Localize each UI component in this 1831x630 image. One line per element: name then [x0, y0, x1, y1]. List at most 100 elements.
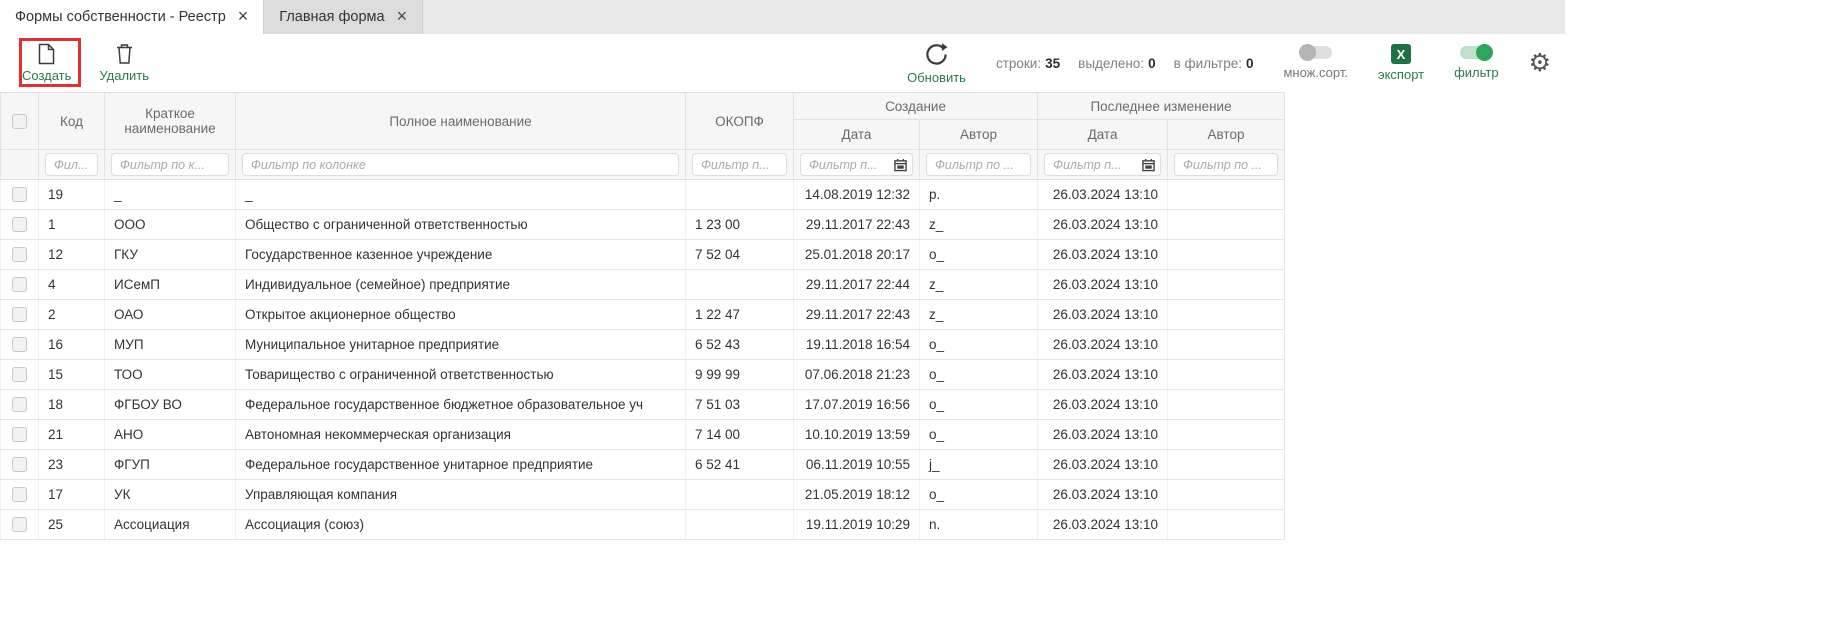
filter-input-full-name[interactable]: [242, 153, 679, 176]
table-row[interactable]: 12 ГКУ Государственное казенное учрежден…: [1, 240, 1285, 270]
filter-input-change-author[interactable]: [1174, 153, 1278, 176]
row-checkbox[interactable]: [12, 217, 27, 232]
select-all-checkbox[interactable]: [12, 114, 27, 129]
row-checkbox-cell: [1, 480, 39, 510]
row-checkbox[interactable]: [12, 397, 27, 412]
cell-change-author: [1168, 330, 1285, 360]
row-checkbox-cell: [1, 300, 39, 330]
column-header-change-author[interactable]: Автор: [1168, 120, 1285, 150]
row-checkbox[interactable]: [12, 367, 27, 382]
row-checkbox[interactable]: [12, 247, 27, 262]
cell-code: 18: [39, 390, 105, 420]
cell-change-date: 26.03.2024 13:10: [1038, 450, 1168, 480]
cell-short-name: ФГБОУ ВО: [105, 390, 236, 420]
cell-full-name: _: [236, 180, 686, 210]
cell-change-date: 26.03.2024 13:10: [1038, 270, 1168, 300]
table-row[interactable]: 18 ФГБОУ ВО Федеральное государственное …: [1, 390, 1285, 420]
cell-creation-date: 19.11.2019 10:29: [794, 510, 920, 540]
table-row[interactable]: 25 Ассоциация Ассоциация (союз) 19.11.20…: [1, 510, 1285, 540]
filter-row: [1, 150, 1285, 180]
cell-creation-author: z_: [920, 210, 1038, 240]
multisort-toggle[interactable]: множ.сорт.: [1283, 46, 1347, 80]
column-header-creation-date[interactable]: Дата: [794, 120, 920, 150]
column-header-code[interactable]: Код: [39, 93, 105, 150]
row-checkbox-cell: [1, 360, 39, 390]
cell-short-name: АНО: [105, 420, 236, 450]
row-checkbox[interactable]: [12, 337, 27, 352]
refresh-button-label: Обновить: [907, 70, 966, 85]
row-checkbox-cell: [1, 420, 39, 450]
settings-gear-button[interactable]: ⚙: [1529, 51, 1551, 76]
column-header-okopf[interactable]: ОКОПФ: [686, 93, 794, 150]
tab-close-icon[interactable]: ×: [397, 7, 408, 25]
table-row[interactable]: 2 ОАО Открытое акционерное общество 1 22…: [1, 300, 1285, 330]
table-row[interactable]: 23 ФГУП Федеральное государственное унит…: [1, 450, 1285, 480]
cell-okopf: 9 99 99: [686, 360, 794, 390]
row-checkbox[interactable]: [12, 307, 27, 322]
filter-input-short-name[interactable]: [111, 153, 229, 176]
multisort-toggle-track[interactable]: [1300, 46, 1332, 59]
create-button[interactable]: Создать: [22, 43, 71, 83]
table-row[interactable]: 15 ТОО Товарищество с ограниченной ответ…: [1, 360, 1285, 390]
column-header-change-date[interactable]: Дата: [1038, 120, 1168, 150]
filter-input-creation-author[interactable]: [926, 153, 1031, 176]
cell-creation-date: 10.10.2019 13:59: [794, 420, 920, 450]
row-checkbox[interactable]: [12, 427, 27, 442]
stat-rows-value: 35: [1045, 56, 1060, 71]
trash-icon: [115, 43, 134, 65]
create-button-label: Создать: [22, 68, 71, 83]
stat-rows-label: строки:: [996, 56, 1041, 71]
cell-change-date: 26.03.2024 13:10: [1038, 330, 1168, 360]
row-checkbox-cell: [1, 240, 39, 270]
cell-okopf: [686, 270, 794, 300]
toolbar-left-group: Создать Удалить: [22, 43, 149, 83]
table-body: 19 _ _ 14.08.2019 12:32 p. 26.03.2024 13…: [1, 180, 1285, 540]
column-header-creation-author[interactable]: Автор: [920, 120, 1038, 150]
calendar-icon[interactable]: [1142, 158, 1155, 171]
cell-creation-author: z_: [920, 270, 1038, 300]
cell-creation-date: 06.11.2019 10:55: [794, 450, 920, 480]
row-checkbox[interactable]: [12, 517, 27, 532]
row-checkbox[interactable]: [12, 277, 27, 292]
filter-toggle[interactable]: фильтр: [1454, 46, 1498, 80]
filter-input-okopf[interactable]: [692, 153, 787, 176]
table-row[interactable]: 19 _ _ 14.08.2019 12:32 p. 26.03.2024 13…: [1, 180, 1285, 210]
select-all-cell: [1, 93, 39, 150]
tab-main-form[interactable]: Главная форма ×: [263, 0, 423, 34]
tab-forms-registry[interactable]: Формы собственности - Реестр ×: [0, 0, 263, 34]
excel-icon: X: [1391, 44, 1411, 64]
cell-creation-author: o_: [920, 480, 1038, 510]
refresh-button[interactable]: Обновить: [907, 42, 966, 85]
grid-stats: строки:35 выделено:0 в фильтре:0: [996, 56, 1254, 71]
cell-code: 12: [39, 240, 105, 270]
row-checkbox-cell: [1, 510, 39, 540]
table-row[interactable]: 21 АНО Автономная некоммерческая организ…: [1, 420, 1285, 450]
row-checkbox[interactable]: [12, 487, 27, 502]
cell-code: 2: [39, 300, 105, 330]
tab-close-icon[interactable]: ×: [238, 7, 249, 25]
cell-full-name: Федеральное государственное унитарное пр…: [236, 450, 686, 480]
column-header-full-name[interactable]: Полное наименование: [236, 93, 686, 150]
delete-button[interactable]: Удалить: [99, 43, 149, 83]
table-row[interactable]: 4 ИСемП Индивидуальное (семейное) предпр…: [1, 270, 1285, 300]
table-row[interactable]: 17 УК Управляющая компания 21.05.2019 18…: [1, 480, 1285, 510]
row-checkbox[interactable]: [12, 187, 27, 202]
filter-toggle-track[interactable]: [1460, 46, 1492, 59]
table-row[interactable]: 16 МУП Муниципальное унитарное предприят…: [1, 330, 1285, 360]
cell-change-author: [1168, 210, 1285, 240]
row-checkbox[interactable]: [12, 457, 27, 472]
group-header-last-change: Последнее изменение: [1038, 93, 1285, 120]
filter-toggle-knob: [1476, 44, 1493, 61]
cell-creation-author: j_: [920, 450, 1038, 480]
cell-creation-date: 14.08.2019 12:32: [794, 180, 920, 210]
export-button[interactable]: X экспорт: [1378, 44, 1424, 82]
cell-change-author: [1168, 510, 1285, 540]
table-row[interactable]: 1 ООО Общество с ограниченной ответствен…: [1, 210, 1285, 240]
column-header-short-name[interactable]: Краткое наименование: [105, 93, 236, 150]
calendar-icon[interactable]: [894, 158, 907, 171]
multisort-toggle-knob: [1299, 44, 1316, 61]
filter-input-code[interactable]: [45, 153, 98, 176]
cell-change-author: [1168, 270, 1285, 300]
cell-creation-date: 25.01.2018 20:17: [794, 240, 920, 270]
cell-creation-date: 29.11.2017 22:43: [794, 300, 920, 330]
